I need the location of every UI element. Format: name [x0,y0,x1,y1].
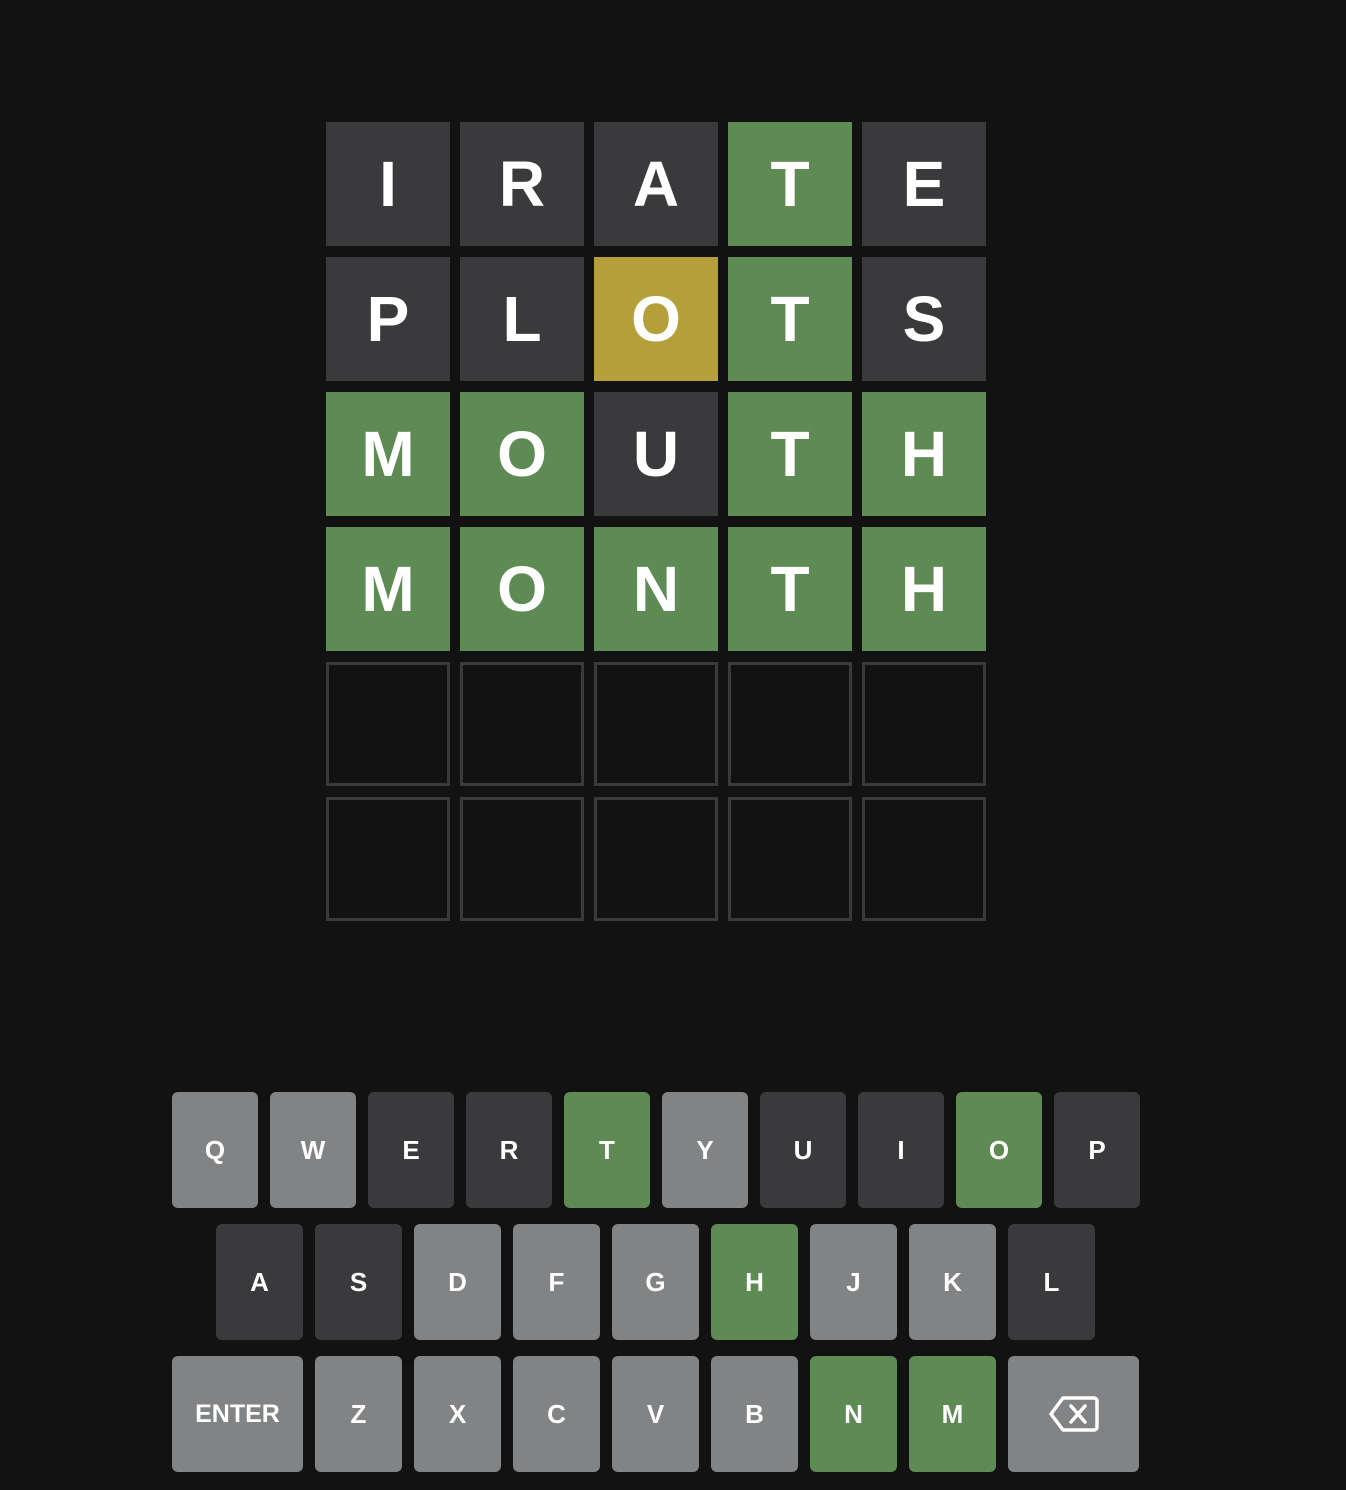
backspace-key[interactable] [1008,1356,1139,1472]
key-p[interactable]: P [1054,1092,1140,1208]
key-b[interactable]: B [711,1356,798,1472]
tile-r5-c2 [460,662,584,786]
tile-r2-c5: S [862,257,986,381]
key-k[interactable]: K [909,1224,996,1340]
tile-r1-c5: E [862,122,986,246]
tile-r1-c3: A [594,122,718,246]
key-n[interactable]: N [810,1356,897,1472]
tile-r5-c3 [594,662,718,786]
tile-r6-c1 [326,797,450,921]
key-t[interactable]: T [564,1092,650,1208]
enter-key[interactable]: ENTER [172,1356,303,1472]
key-y[interactable]: Y [662,1092,748,1208]
tile-r1-c1: I [326,122,450,246]
wordle-game: I R A T E P L O T S M O U T H M O N T H [0,0,1346,1490]
tile-r1-c4: T [728,122,852,246]
tile-r5-c4 [728,662,852,786]
tile-r6-c5 [862,797,986,921]
key-h[interactable]: H [711,1224,798,1340]
tile-r3-c1: M [326,392,450,516]
key-j[interactable]: J [810,1224,897,1340]
keyboard-row-2: A S D F G H J K L [216,1224,1095,1340]
key-i[interactable]: I [858,1092,944,1208]
key-c[interactable]: C [513,1356,600,1472]
key-x[interactable]: X [414,1356,501,1472]
key-o[interactable]: O [956,1092,1042,1208]
tile-r3-c3: U [594,392,718,516]
tile-r4-c5: H [862,527,986,651]
tile-r6-c3 [594,797,718,921]
tile-r5-c5 [862,662,986,786]
key-a[interactable]: A [216,1224,303,1340]
tile-r2-c4: T [728,257,852,381]
key-u[interactable]: U [760,1092,846,1208]
keyboard-row-1: Q W E R T Y U I O P [172,1092,1140,1208]
key-q[interactable]: Q [172,1092,258,1208]
tile-r1-c2: R [460,122,584,246]
key-s[interactable]: S [315,1224,402,1340]
tile-r6-c4 [728,797,852,921]
keyboard-row-3: ENTER Z X C V B N M [172,1356,1139,1472]
tile-r6-c2 [460,797,584,921]
tile-r4-c1: M [326,527,450,651]
game-board: I R A T E P L O T S M O U T H M O N T H [326,122,986,921]
backspace-icon [1048,1395,1099,1433]
tile-r4-c2: O [460,527,584,651]
key-g[interactable]: G [612,1224,699,1340]
key-v[interactable]: V [612,1356,699,1472]
key-w[interactable]: W [270,1092,356,1208]
tile-r3-c4: T [728,392,852,516]
key-r[interactable]: R [466,1092,552,1208]
tile-r2-c1: P [326,257,450,381]
tile-r2-c2: L [460,257,584,381]
tile-r3-c2: O [460,392,584,516]
key-f[interactable]: F [513,1224,600,1340]
key-d[interactable]: D [414,1224,501,1340]
tile-r4-c4: T [728,527,852,651]
key-z[interactable]: Z [315,1356,402,1472]
key-m[interactable]: M [909,1356,996,1472]
tile-r5-c1 [326,662,450,786]
tile-r4-c3: N [594,527,718,651]
key-e[interactable]: E [368,1092,454,1208]
tile-r2-c3: O [594,257,718,381]
key-l[interactable]: L [1008,1224,1095,1340]
tile-r3-c5: H [862,392,986,516]
